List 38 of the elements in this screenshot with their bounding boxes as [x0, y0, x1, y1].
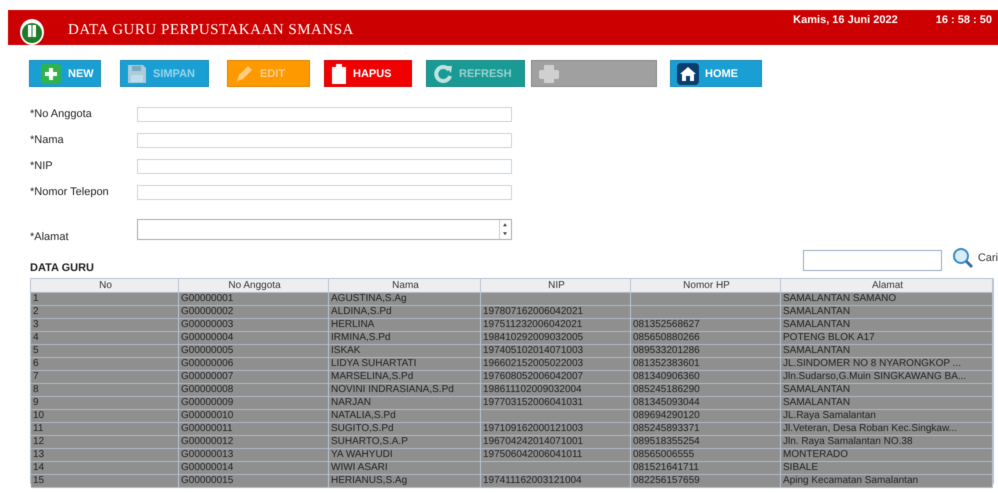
floppy-icon	[127, 64, 147, 84]
logo-icon	[20, 19, 44, 45]
field-label: *NIP	[30, 160, 54, 172]
search-field[interactable]	[802, 250, 942, 271]
column-header[interactable]: NIP	[481, 279, 631, 293]
column-header[interactable]: No	[31, 279, 179, 293]
field-label: *No Anggota	[30, 108, 93, 120]
input-field[interactable]	[137, 158, 512, 174]
search-icon[interactable]	[952, 247, 974, 269]
window-title: DATA GURU PERPUSTAKAAN SMANSA	[68, 22, 355, 39]
table-cell: 197411162003121004	[481, 474, 631, 488]
delete-button[interactable]: HAPUS	[324, 60, 412, 87]
input-field[interactable]	[137, 132, 512, 148]
table-cell: Aping Kecamatan Samalantan	[781, 474, 993, 488]
pencil-icon	[234, 64, 254, 84]
search-label[interactable]: Cari	[978, 252, 998, 264]
plus-icon	[40, 64, 62, 84]
table-cell: HERIANUS,S.Ag	[329, 474, 481, 488]
table-cell: 15	[31, 474, 179, 488]
field-label: *Alamat	[30, 231, 70, 243]
refresh-icon	[433, 64, 453, 84]
field-label: *Nama	[30, 134, 65, 146]
column-header[interactable]: Nomor HP	[631, 279, 781, 293]
column-header[interactable]: Nama	[329, 279, 481, 293]
table-cell: G00000015	[179, 474, 329, 488]
table-title: DATA GURU	[30, 262, 95, 274]
input-field[interactable]	[137, 106, 512, 122]
table-cell: 082256157659	[631, 474, 781, 488]
column-header[interactable]: No Anggota	[179, 279, 329, 293]
input-field[interactable]	[137, 184, 512, 200]
column-header[interactable]: Alamat	[781, 279, 993, 293]
address-field[interactable]	[137, 218, 512, 240]
printer-icon	[538, 64, 560, 84]
trash-icon	[331, 64, 347, 84]
date-text: Kamis, 16 Juni 2022	[793, 14, 898, 26]
clock-text: 16 : 58 : 50	[936, 14, 992, 26]
field-label: *Nomor Telepon	[30, 186, 110, 198]
home-icon	[677, 62, 699, 84]
